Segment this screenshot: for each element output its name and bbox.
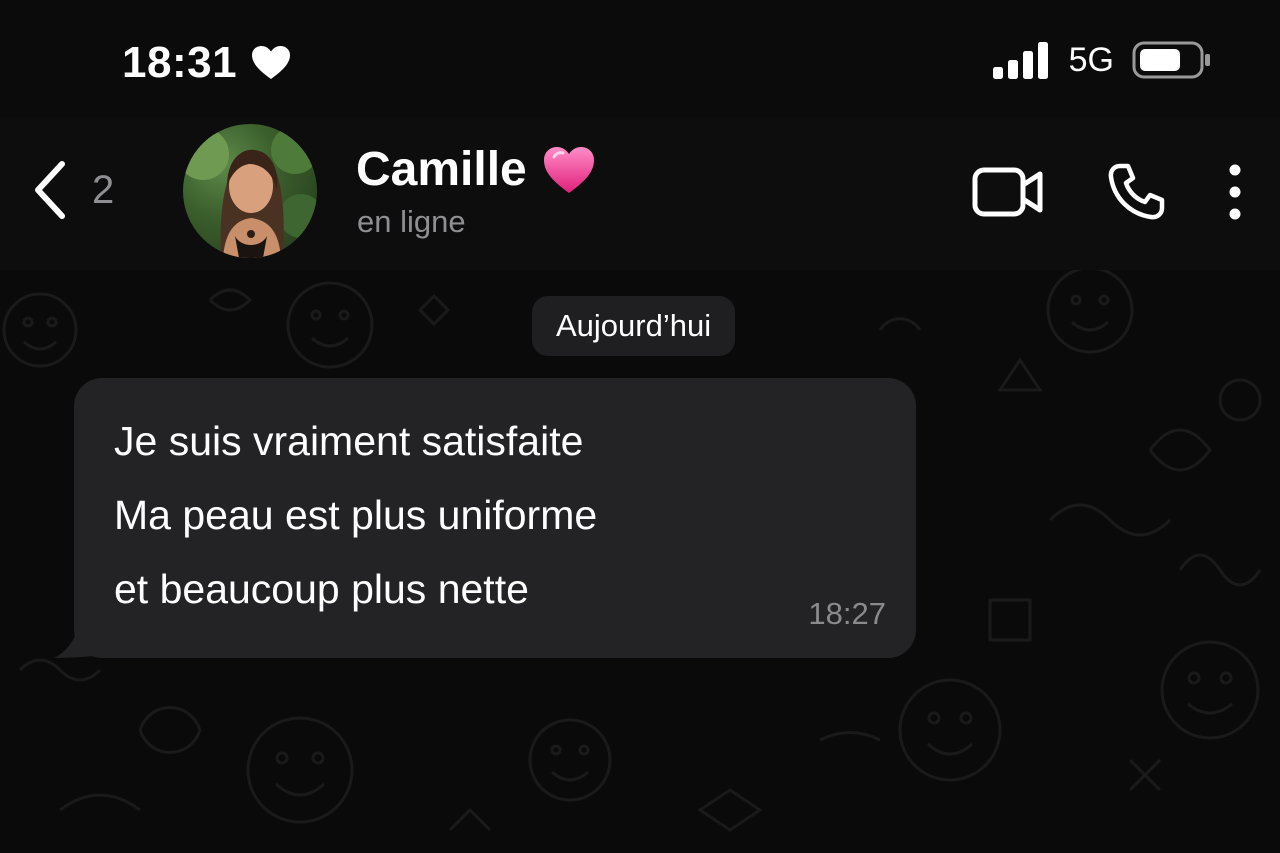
phone-call-button[interactable]	[1106, 162, 1166, 222]
chevron-left-icon	[35, 161, 65, 219]
status-time: 18:31	[122, 38, 238, 87]
more-vertical-icon	[1229, 164, 1241, 220]
message-line: Ma peau est plus uniforme	[114, 492, 598, 538]
date-separator: Aujourd’hui	[532, 296, 736, 356]
status-indicators: 5G	[992, 40, 1212, 80]
signal-bars-icon	[992, 42, 1048, 79]
message-line: Je suis vraiment satisfaite	[114, 418, 584, 464]
message-line: et beaucoup plus nette	[114, 566, 529, 612]
avatar-image	[183, 126, 317, 258]
header-actions	[972, 162, 1242, 222]
chat-screen: 18:31 5G 2 Camille en ligne Aujourd’hui …	[0, 0, 1280, 853]
contact-name: Camille	[356, 143, 527, 196]
sparkling-heart-icon	[543, 146, 594, 193]
video-call-icon	[972, 167, 1043, 217]
more-options-button[interactable]	[1228, 164, 1242, 220]
date-label: Aujourd’hui	[556, 308, 712, 343]
unread-count: 2	[92, 167, 115, 212]
status-time-group: 18:31	[122, 38, 291, 88]
chat-header: 2 Camille en ligne	[0, 118, 1280, 271]
status-bar: 18:31 5G	[0, 0, 1280, 120]
network-type: 5G	[1068, 40, 1114, 79]
contact-name-group[interactable]: Camille	[356, 142, 597, 197]
message-list[interactable]: Aujourd’hui Je suis vraiment satisfaite …	[0, 270, 1280, 853]
video-call-button[interactable]	[972, 165, 1044, 219]
battery-icon	[1132, 41, 1210, 79]
message-timestamp: 18:27	[808, 596, 886, 631]
back-button[interactable]: 2	[30, 160, 114, 220]
phone-icon	[1108, 163, 1165, 220]
message-bubble[interactable]: Je suis vraiment satisfaite Ma peau est …	[74, 378, 916, 658]
contact-status: en ligne	[357, 204, 466, 239]
avatar[interactable]	[183, 124, 317, 258]
heart-icon	[252, 46, 291, 79]
